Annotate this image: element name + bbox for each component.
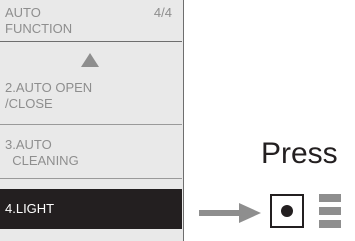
display-screen: AUTO FUNCTION 4/4 2.AUTO OPEN /CLOSE 3.A… <box>0 0 184 241</box>
menu-bottom-strip <box>0 229 182 241</box>
press-instruction: Press <box>261 137 338 170</box>
dot-button-icon[interactable] <box>270 194 304 228</box>
screen-header: AUTO FUNCTION 4/4 <box>0 0 182 42</box>
menu-item-auto-cleaning[interactable]: 3.AUTO CLEANING <box>5 137 79 169</box>
up-triangle-icon[interactable] <box>81 53 99 67</box>
dot-icon <box>281 205 293 217</box>
divider <box>0 124 182 125</box>
divider <box>0 178 182 179</box>
menu-lines-icon[interactable] <box>319 194 341 228</box>
page-indicator: 4/4 <box>153 5 172 20</box>
menu-title: AUTO FUNCTION <box>5 5 73 36</box>
menu-item-light-selected[interactable]: 4.LIGHT <box>0 189 182 229</box>
menu-item-auto-open-close[interactable]: 2.AUTO OPEN /CLOSE <box>5 80 92 112</box>
arrow-right-icon <box>199 203 261 223</box>
